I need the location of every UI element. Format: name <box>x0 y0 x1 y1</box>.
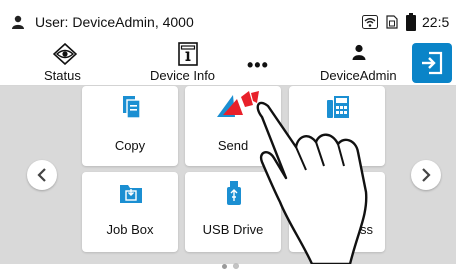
logout-icon <box>422 51 443 75</box>
previous-page-button[interactable] <box>27 160 57 190</box>
toolbar: Status Device Info ••• DeviceAdmin <box>0 40 456 86</box>
tap-hand-illustration <box>256 101 368 264</box>
copy-tile[interactable]: Copy <box>82 86 178 166</box>
user-icon <box>11 15 25 34</box>
device-admin-button[interactable]: DeviceAdmin <box>318 40 400 85</box>
more-menu-button[interactable]: ••• <box>243 40 273 85</box>
copy-icon <box>123 96 141 119</box>
job-box-tile[interactable]: Job Box <box>82 172 178 252</box>
device-info-button[interactable]: Device Info <box>150 40 228 85</box>
more-icon: ••• <box>247 55 269 75</box>
device-admin-label: DeviceAdmin <box>320 68 397 83</box>
page-indicator <box>222 256 245 274</box>
chevron-left-icon <box>37 168 46 182</box>
copy-label: Copy <box>114 138 146 153</box>
status-button[interactable]: Status <box>40 40 92 85</box>
page-dot-active <box>222 264 227 269</box>
admin-user-icon <box>352 44 366 60</box>
home-screen: User: DeviceAdmin, 4000 22:5 Status Devi… <box>0 0 456 269</box>
logout-button[interactable] <box>412 43 452 83</box>
status-label: Status <box>44 68 81 83</box>
sim-card-icon <box>386 15 398 34</box>
clock: 22:5 <box>422 14 450 30</box>
user-status-text: User: DeviceAdmin, 4000 <box>35 14 194 30</box>
battery-icon <box>406 13 416 36</box>
job-box-icon <box>120 185 142 203</box>
wifi-icon <box>362 15 378 34</box>
usb-drive-icon <box>227 181 241 205</box>
status-bar: User: DeviceAdmin, 4000 22:5 <box>0 0 456 40</box>
device-info-icon <box>178 42 198 66</box>
device-info-label: Device Info <box>150 68 216 83</box>
job-box-label: Job Box <box>106 222 154 237</box>
status-icon <box>53 43 77 65</box>
